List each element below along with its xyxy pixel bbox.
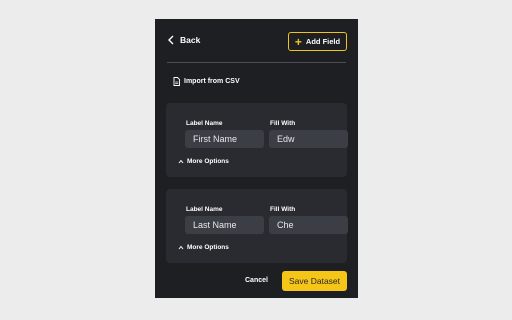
chevron-up-icon bbox=[178, 159, 184, 164]
label-name-input[interactable]: Last Name bbox=[185, 216, 264, 234]
more-options-label: More Options bbox=[187, 158, 229, 165]
header-divider bbox=[167, 62, 346, 63]
dataset-panel: Back + Add Field Import from CSV Label N… bbox=[155, 19, 358, 298]
add-field-label: Add Field bbox=[305, 37, 341, 46]
add-field-button[interactable]: + Add Field bbox=[288, 32, 347, 51]
fill-with-title: Fill With bbox=[270, 206, 296, 213]
fill-with-title: Fill With bbox=[270, 120, 296, 127]
fill-with-input[interactable]: Che bbox=[269, 216, 348, 234]
more-options-toggle[interactable]: More Options bbox=[178, 244, 229, 251]
save-dataset-button[interactable]: Save Dataset bbox=[282, 271, 347, 291]
label-name-title: Label Name bbox=[186, 206, 223, 213]
back-label: Back bbox=[180, 35, 201, 45]
more-options-label: More Options bbox=[187, 244, 229, 251]
label-name-input[interactable]: First Name bbox=[185, 130, 264, 148]
chevron-left-icon bbox=[168, 35, 174, 45]
fill-with-input[interactable]: Edw bbox=[269, 130, 348, 148]
cancel-button[interactable]: Cancel bbox=[245, 277, 268, 284]
file-icon bbox=[173, 77, 180, 86]
import-csv-label: Import from CSV bbox=[184, 78, 240, 85]
label-name-title: Label Name bbox=[186, 120, 223, 127]
field-card: Label Name First Name Fill With Edw More… bbox=[166, 103, 348, 177]
chevron-up-icon bbox=[178, 245, 184, 250]
plus-icon: + bbox=[294, 34, 302, 49]
back-button[interactable]: Back bbox=[167, 35, 200, 45]
import-csv-button[interactable]: Import from CSV bbox=[173, 77, 240, 86]
field-card: Label Name Last Name Fill With Che More … bbox=[166, 189, 348, 263]
more-options-toggle[interactable]: More Options bbox=[178, 158, 229, 165]
